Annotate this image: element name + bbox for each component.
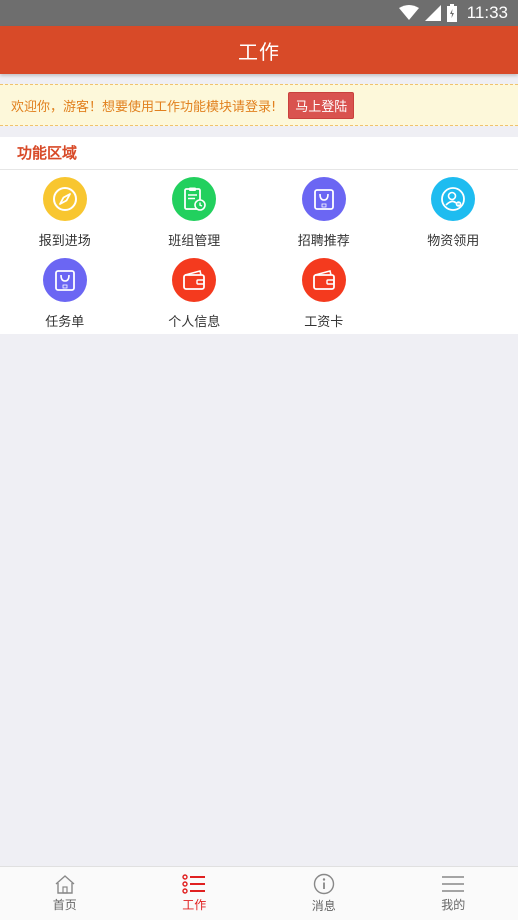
login-button[interactable]: 马上登陆 [288,91,355,119]
menu-icon [442,876,465,892]
function-item-label: 报到进场 [38,234,91,249]
home-icon [55,875,75,894]
function-item-materials[interactable]: 物资领用 [389,177,518,258]
function-grid: 报到进场 班组管理 招聘推荐 物资领用 任务单 个人信息 工资卡 [0,170,518,339]
nav-item-messages[interactable]: 消息 [259,867,389,920]
compass-icon [42,177,87,221]
nav-label: 首页 [52,898,77,912]
function-item-recruitment[interactable]: 招聘推荐 [259,177,389,258]
function-section: 功能区域 报到进场 班组管理 招聘推荐 物资领用 任务单 个人信息 工资卡 [0,137,518,334]
notice-text: 欢迎你，游客！想要使用工作功能模块请登录! [11,99,277,115]
nav-item-home[interactable]: 首页 [0,867,130,920]
wifi-icon [398,5,419,20]
function-item-label: 物资领用 [427,234,480,249]
clipboard-clock-icon [172,177,217,221]
status-bar: 11:33 [0,0,518,26]
clock: 11:33 [466,3,508,22]
signal-icon [424,5,441,21]
nav-label: 工作 [182,898,207,912]
section-title: 功能区域 [0,137,518,170]
nav-label: 我的 [441,898,466,912]
function-item-label: 班组管理 [168,234,221,249]
nav-item-work[interactable]: 工作 [130,867,260,920]
battery-icon [446,4,457,22]
function-item-personal-info[interactable]: 个人信息 [130,258,260,339]
info-icon [313,873,334,895]
function-item-salary-card[interactable]: 工资卡 [259,258,389,339]
user-circle-icon [431,177,476,221]
wallet-icon [172,258,217,302]
login-notice: 欢迎你，游客！想要使用工作功能模块请登录! 马上登陆 [0,84,518,126]
shopping-bag-icon [42,258,87,302]
function-item-label: 招聘推荐 [297,234,350,249]
list-icon [182,874,206,894]
function-item-label: 任务单 [45,315,85,330]
nav-label: 消息 [311,899,336,913]
function-item-team-management[interactable]: 班组管理 [130,177,260,258]
app-header: 工作 [0,26,518,74]
nav-item-mine[interactable]: 我的 [389,867,518,920]
bottom-nav: 首页 工作 消息 我的 [0,866,518,920]
function-item-label: 个人信息 [168,315,221,330]
page-title: 工作 [238,39,280,64]
wallet-icon [301,258,346,302]
function-item-task-list[interactable]: 任务单 [0,258,130,339]
function-item-check-in[interactable]: 报到进场 [0,177,130,258]
function-item-label: 工资卡 [304,315,344,330]
shopping-bag-icon [301,177,346,221]
